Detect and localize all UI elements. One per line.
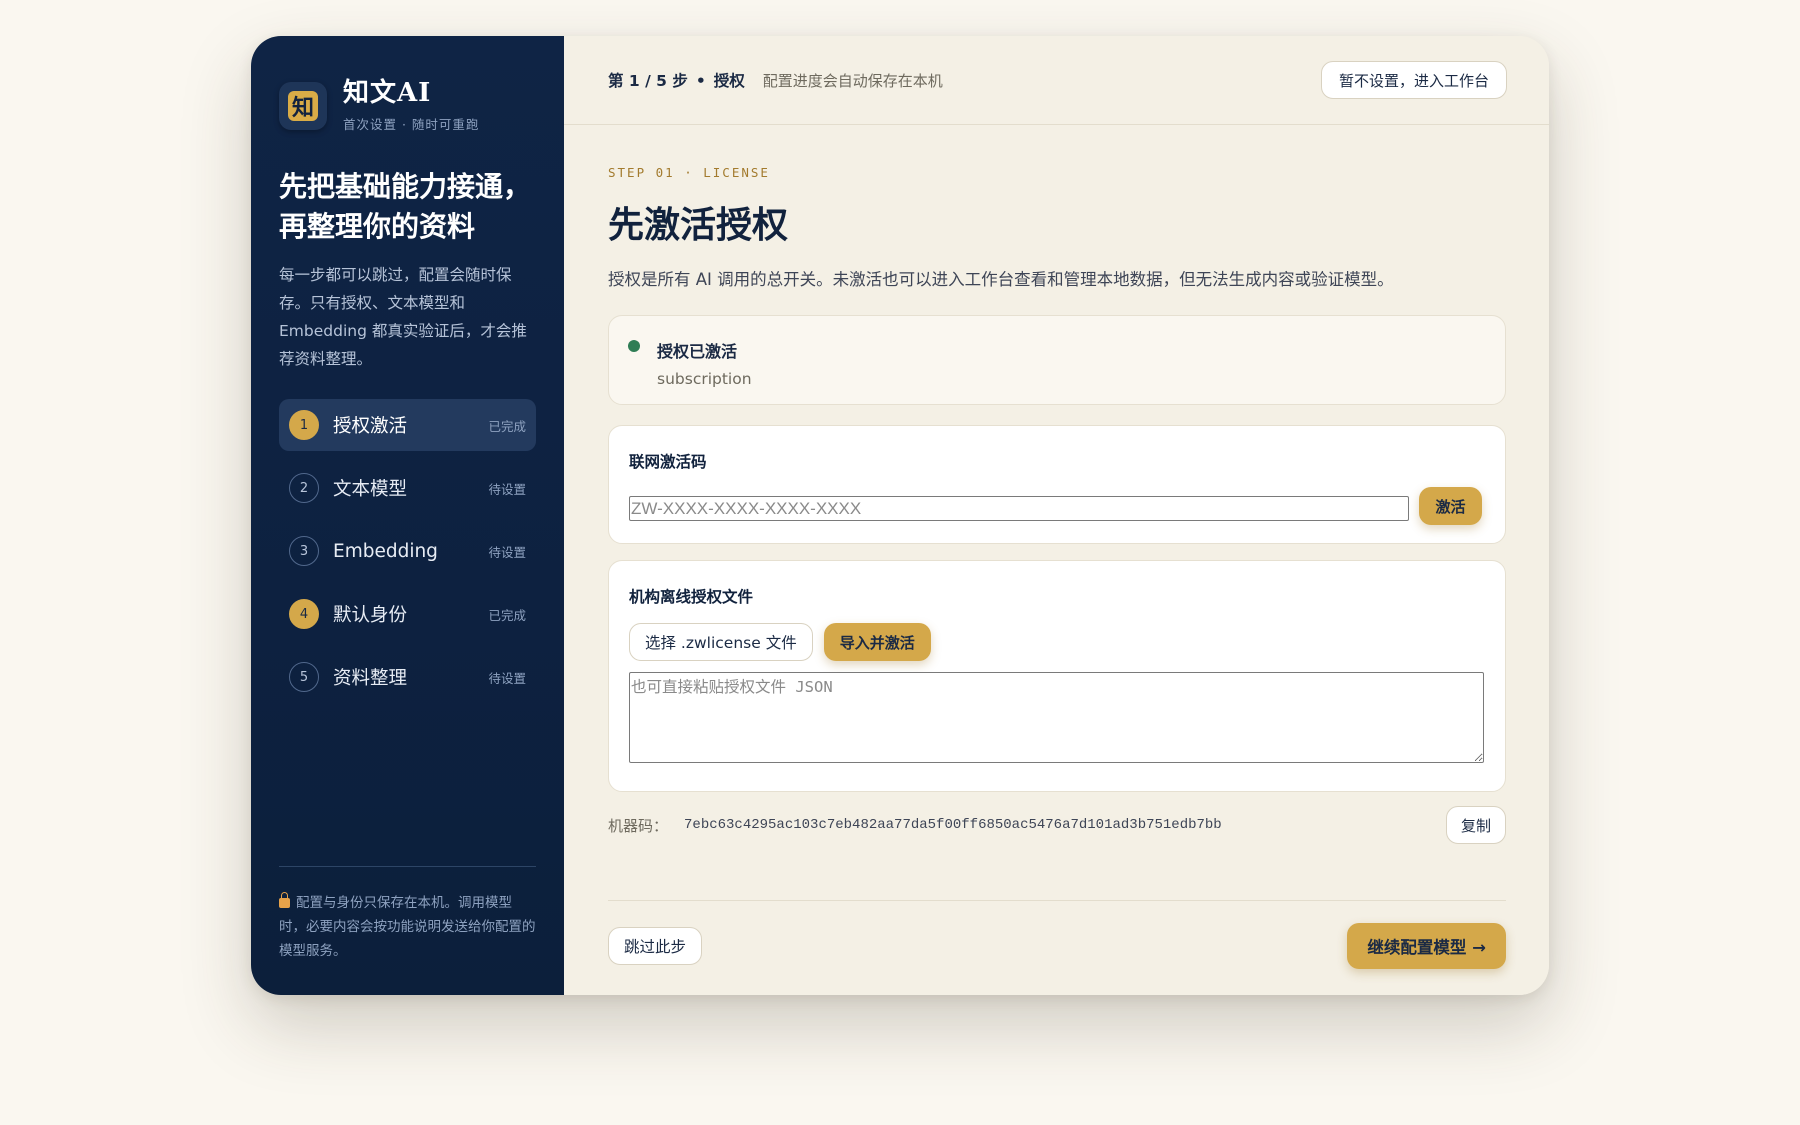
footer-divider bbox=[608, 900, 1506, 901]
brand-logo: 知 bbox=[279, 81, 327, 130]
online-activation-card: 联网激活码 激活 bbox=[608, 425, 1506, 544]
step-item-data-organize[interactable]: 5 资料整理 待设置 bbox=[279, 651, 536, 703]
sidebar-description: 每一步都可以跳过，配置会随时保存。只有授权、文本模型和 Embedding 都真… bbox=[279, 266, 527, 368]
step-number: 2 bbox=[289, 473, 319, 503]
brand-name: 知文AI bbox=[343, 78, 432, 108]
sidebar-headline-line2: 再整理你的资料 bbox=[279, 210, 476, 243]
step-state: 已完成 bbox=[488, 607, 526, 623]
step-state: 待设置 bbox=[488, 670, 526, 686]
step-number: 5 bbox=[289, 662, 319, 692]
privacy-note: 配置与身份只保存在本机。调用模型时，必要内容会按功能说明发送给你配置的模型服务。 bbox=[279, 895, 536, 959]
step-state: 待设置 bbox=[488, 481, 526, 497]
choose-license-file-button[interactable]: 选择 .zwlicense 文件 bbox=[629, 623, 813, 661]
step-item-default-identity[interactable]: 4 默认身份 已完成 bbox=[279, 588, 536, 640]
skip-step-button[interactable]: 跳过此步 bbox=[608, 927, 703, 965]
page-title: 先激活授权 bbox=[608, 204, 789, 246]
machine-code-value: 7ebc63c4295ac103c7eb482aa77da5f00ff6850a… bbox=[684, 817, 1222, 833]
license-status-title: 授权已激活 bbox=[657, 342, 738, 361]
skip-setup-button[interactable]: 暂不设置，进入工作台 bbox=[1320, 61, 1507, 99]
step-label: 资料整理 bbox=[333, 668, 408, 689]
license-json-textarea[interactable] bbox=[629, 672, 1484, 763]
brand: 知 知文AI 首次设置 · 随时可重跑 bbox=[279, 78, 536, 133]
license-plan: subscription bbox=[657, 370, 752, 388]
step-indicator: 第 1 / 5 步 • 授权 bbox=[608, 69, 745, 91]
step-number: 1 bbox=[289, 410, 319, 440]
step-item-embedding[interactable]: 3 Embedding 待设置 bbox=[279, 525, 536, 577]
step-label: 文本模型 bbox=[333, 479, 408, 500]
step-label: 默认身份 bbox=[333, 605, 408, 626]
step-label: 授权激活 bbox=[333, 416, 408, 437]
step-number: 4 bbox=[289, 599, 319, 629]
offline-license-card: 机构离线授权文件 选择 .zwlicense 文件 导入并激活 bbox=[608, 560, 1506, 792]
topbar: 第 1 / 5 步 • 授权 配置进度会自动保存在本机 暂不设置，进入工作台 bbox=[564, 36, 1549, 125]
separator-dot: • bbox=[695, 72, 706, 90]
license-status-card: 授权已激活 subscription bbox=[608, 315, 1506, 405]
copy-machine-code-button[interactable]: 复制 bbox=[1445, 806, 1506, 844]
import-activate-button[interactable]: 导入并激活 bbox=[823, 623, 931, 661]
autosave-note: 配置进度会自动保存在本机 bbox=[762, 71, 943, 90]
brand-subtitle: 首次设置 · 随时可重跑 bbox=[343, 117, 480, 132]
step-footer: 跳过此步 继续配置模型 → bbox=[608, 923, 1506, 969]
page-lead: 授权是所有 AI 调用的总开关。未激活也可以进入工作台查看和管理本地数据，但无法… bbox=[608, 270, 1394, 289]
step-list: 1 授权激活 已完成 2 文本模型 待设置 3 Embedding 待设置 4 … bbox=[279, 399, 536, 703]
sidebar-footer: 配置与身份只保存在本机。调用模型时，必要内容会按功能说明发送给你配置的模型服务。 bbox=[279, 866, 536, 963]
sidebar-headline-line1: 先把基础能力接通， bbox=[279, 170, 532, 203]
status-dot-icon bbox=[628, 340, 640, 352]
activation-code-input[interactable] bbox=[629, 496, 1409, 521]
step-content: STEP 01 · LICENSE 先激活授权 授权是所有 AI 调用的总开关。… bbox=[564, 165, 1549, 969]
activate-button[interactable]: 激活 bbox=[1419, 487, 1482, 525]
step-item-license[interactable]: 1 授权激活 已完成 bbox=[279, 399, 536, 451]
step-item-text-model[interactable]: 2 文本模型 待设置 bbox=[279, 462, 536, 514]
step-eyebrow: STEP 01 · LICENSE bbox=[608, 165, 770, 180]
step-label: Embedding bbox=[333, 540, 438, 562]
step-state: 已完成 bbox=[488, 418, 526, 434]
continue-button[interactable]: 继续配置模型 → bbox=[1347, 923, 1506, 969]
offline-license-label: 机构离线授权文件 bbox=[629, 588, 754, 606]
machine-code-label: 机器码： bbox=[608, 816, 669, 835]
machine-code-row: 机器码： 7ebc63c4295ac103c7eb482aa77da5f00ff… bbox=[608, 806, 1506, 844]
step-state: 待设置 bbox=[488, 544, 526, 560]
sidebar-headline: 先把基础能力接通， 再整理你的资料 bbox=[279, 167, 536, 247]
step-number: 3 bbox=[289, 536, 319, 566]
step-name: 授权 bbox=[713, 72, 745, 90]
lock-icon bbox=[279, 892, 290, 908]
online-activation-label: 联网激活码 bbox=[629, 453, 707, 471]
sidebar: 知 知文AI 首次设置 · 随时可重跑 先把基础能力接通， 再整理你的资料 每一… bbox=[251, 36, 564, 995]
step-progress: 第 1 / 5 步 bbox=[608, 72, 688, 90]
logo-glyph-icon: 知 bbox=[288, 90, 318, 121]
setup-window: 知 知文AI 首次设置 · 随时可重跑 先把基础能力接通， 再整理你的资料 每一… bbox=[251, 36, 1549, 995]
main-panel: 第 1 / 5 步 • 授权 配置进度会自动保存在本机 暂不设置，进入工作台 STE… bbox=[564, 36, 1549, 995]
